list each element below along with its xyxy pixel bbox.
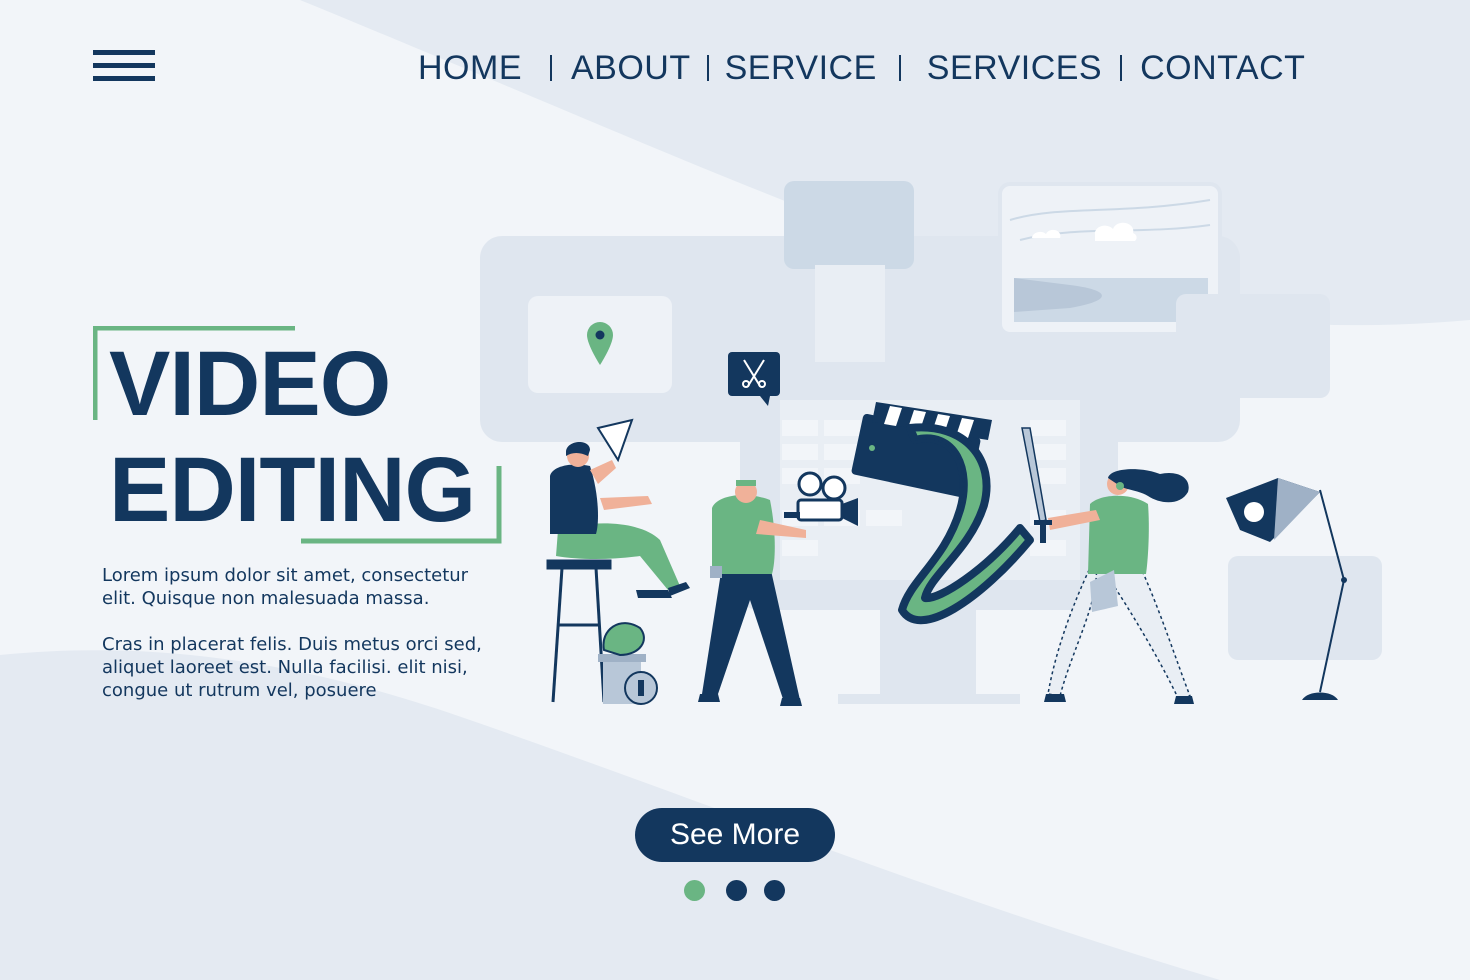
person-with-megaphone xyxy=(550,418,690,598)
nav-separator xyxy=(706,55,709,81)
hero-paragraph-2: Cras in placerat felis. Duis metus orci … xyxy=(102,634,482,701)
thumbnail-card xyxy=(784,181,914,269)
nav-separator xyxy=(898,55,901,81)
pagination-dot[interactable] xyxy=(726,880,747,901)
side-card-2 xyxy=(1228,556,1382,660)
video-editing-illustration xyxy=(480,181,1382,706)
main-navigation: HOME ABOUT SERVICE SERVICES CONTACT xyxy=(418,46,1305,90)
nav-about[interactable]: ABOUT xyxy=(571,49,691,88)
landing-page: HOME ABOUT SERVICE SERVICES CONTACT VIDE… xyxy=(0,0,1470,980)
trash-can-icon xyxy=(598,622,658,705)
hamburger-menu-icon[interactable] xyxy=(93,48,155,84)
pagination-dot[interactable] xyxy=(764,880,785,901)
side-card xyxy=(1176,294,1330,398)
nav-services[interactable]: SERVICES xyxy=(927,49,1102,88)
title-line-2: EDITING xyxy=(109,439,476,541)
pagination-dot-active[interactable] xyxy=(684,880,705,901)
nav-separator xyxy=(550,55,552,81)
nav-service[interactable]: SERVICE xyxy=(725,49,877,88)
see-more-button[interactable]: See More xyxy=(635,808,835,862)
nav-home[interactable]: HOME xyxy=(418,49,522,88)
stool xyxy=(546,559,612,703)
nav-separator xyxy=(1120,55,1123,81)
hero-paragraph-1: Lorem ipsum dolor sit amet, consectetur … xyxy=(102,565,469,609)
hero-title: VIDEO EDITING xyxy=(93,326,503,544)
title-line-1: VIDEO xyxy=(109,333,391,435)
nav-contact[interactable]: CONTACT xyxy=(1140,49,1305,88)
